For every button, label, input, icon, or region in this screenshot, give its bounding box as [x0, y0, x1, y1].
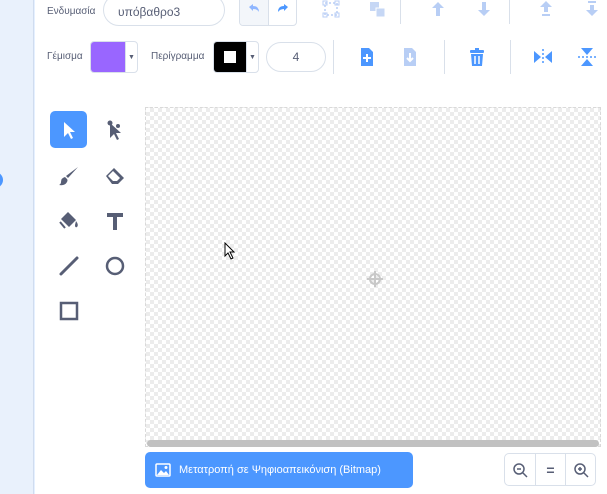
text-t-icon: [106, 212, 123, 230]
rotation-center-icon: [367, 271, 383, 287]
outline-color-picker[interactable]: ▼: [213, 41, 259, 73]
brush-tool[interactable]: [50, 157, 87, 194]
convert-to-bitmap-button[interactable]: Μετατροπή σε Ψηφιοαπεικόνιση (Bitmap): [145, 452, 413, 488]
costume-name-input[interactable]: υπόβαθρο3: [103, 0, 225, 26]
flip-vertical-icon: [578, 48, 596, 66]
outline-color-swatch: [214, 42, 246, 72]
arrow-bottom-icon: [586, 1, 598, 16]
paste-button[interactable]: [399, 46, 421, 68]
undo-button[interactable]: [240, 0, 268, 25]
circle-tool[interactable]: [96, 247, 133, 284]
divider: [333, 40, 334, 74]
toolbar-row-top: Ενδυμασία υπόβαθρο3: [35, 0, 607, 26]
eraser-icon: [105, 167, 124, 184]
reshape-icon: [107, 120, 121, 140]
redo-icon: [277, 4, 288, 12]
select-tool[interactable]: [50, 111, 87, 148]
divider: [400, 0, 401, 24]
line-tool[interactable]: [50, 247, 87, 284]
ungroup-icon: [370, 2, 386, 18]
outline-label: Περίγραμμα: [151, 51, 205, 62]
mouse-cursor-icon: [224, 242, 236, 260]
trash-icon: [470, 48, 484, 66]
group-button[interactable]: [320, 0, 342, 20]
undo-icon: [249, 4, 259, 12]
copy-icon: [361, 48, 373, 66]
fill-color-picker[interactable]: ▼: [90, 41, 138, 73]
chevron-down-icon: ▼: [125, 42, 137, 72]
outline-width-input[interactable]: 4: [266, 42, 326, 72]
eraser-tool[interactable]: [96, 157, 133, 194]
image-icon: [155, 463, 171, 477]
fill-tool[interactable]: [50, 202, 87, 239]
paste-icon: [404, 48, 416, 66]
rectangle-tool[interactable]: [50, 292, 87, 329]
delete-button[interactable]: [466, 46, 488, 68]
group-icon: [322, 0, 340, 18]
paint-bucket-icon: [58, 211, 78, 229]
divider: [509, 0, 510, 24]
flip-horizontal-icon: [534, 49, 552, 65]
back-button[interactable]: [581, 0, 603, 20]
flip-vertical-button[interactable]: [576, 46, 598, 68]
chevron-down-icon: ▼: [246, 42, 258, 72]
costume-label: Ενδυμασία: [47, 6, 96, 17]
divider: [444, 40, 445, 74]
front-button[interactable]: [535, 0, 557, 20]
copy-button[interactable]: [356, 46, 378, 68]
reshape-tool[interactable]: [96, 111, 133, 148]
arrow-up-icon: [432, 2, 444, 16]
drawing-canvas[interactable]: [145, 107, 601, 447]
zoom-in-button[interactable]: [565, 454, 595, 485]
zoom-out-button[interactable]: [505, 454, 535, 485]
brush-icon: [58, 166, 78, 185]
zoom-out-icon: [513, 462, 528, 478]
fill-label: Γέμισμα: [47, 51, 83, 62]
horizontal-scrollbar[interactable]: [147, 440, 599, 447]
redo-button[interactable]: [268, 0, 296, 25]
paint-editor: Ενδυμασία υπόβαθρο3 Γέμισμα ▼ Περίγραμμα…: [35, 0, 607, 494]
zoom-controls: =: [504, 453, 596, 486]
line-icon: [59, 256, 78, 275]
backward-button[interactable]: [473, 0, 495, 20]
arrow-top-icon: [540, 1, 552, 16]
fill-color-swatch: [91, 42, 125, 72]
ungroup-button[interactable]: [366, 0, 388, 20]
arrow-down-icon: [478, 2, 490, 16]
circle-icon: [105, 256, 124, 275]
zoom-reset-button[interactable]: =: [535, 454, 565, 485]
cursor-arrow-icon: [63, 121, 75, 139]
flip-horizontal-button[interactable]: [532, 46, 554, 68]
text-tool[interactable]: [96, 202, 133, 239]
convert-button-label: Μετατροπή σε Ψηφιοαπεικόνιση (Bitmap): [179, 464, 381, 476]
left-strip: [0, 0, 34, 494]
zoom-in-icon: [573, 462, 589, 478]
undo-redo-group: [239, 0, 297, 26]
divider: [510, 40, 511, 74]
rectangle-icon: [59, 301, 78, 320]
forward-button[interactable]: [427, 0, 449, 20]
